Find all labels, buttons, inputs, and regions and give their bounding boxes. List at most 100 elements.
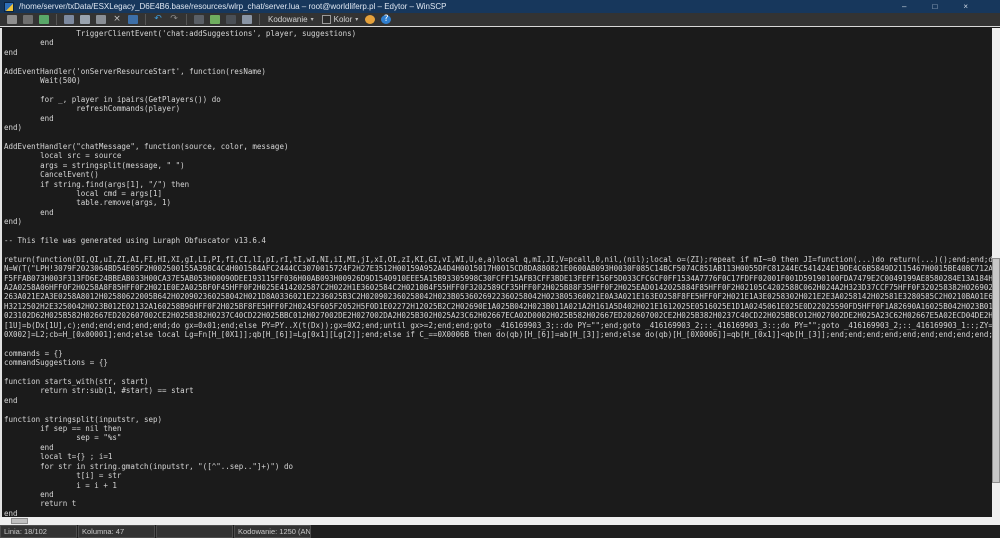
code-line: end <box>4 38 992 47</box>
code-line: end <box>4 490 992 499</box>
code-line: N=W(T("LPH!3079F2023064BD54E05F2H0025001… <box>4 264 992 273</box>
color-checkbox-dropdown-checkbox[interactable] <box>322 15 331 24</box>
status-column: Kolumna: 47 <box>78 525 155 538</box>
color-checkbox-dropdown[interactable]: Kolor▾ <box>322 15 359 24</box>
status-empty <box>156 525 233 538</box>
code-area: TriggerClientEvent('chat:addSuggestions'… <box>2 28 992 517</box>
code-line <box>4 339 992 348</box>
delete-icon[interactable]: × <box>110 14 124 26</box>
code-line <box>4 405 992 414</box>
toolbar-separator <box>259 14 260 25</box>
code-line <box>4 227 992 236</box>
toolbar-separator <box>145 14 146 25</box>
window-controls: – □ × <box>902 3 968 11</box>
horizontal-scrollbar-thumb[interactable] <box>11 518 28 524</box>
winscp-logo-icon <box>4 2 14 12</box>
code-line: end) <box>4 123 992 132</box>
close-icon[interactable]: × <box>963 3 968 11</box>
code-line: refreshCommands(player) <box>4 104 992 113</box>
redo-icon[interactable]: ↷ <box>167 14 181 26</box>
replace-icon[interactable] <box>208 14 222 26</box>
code-line <box>4 57 992 66</box>
preferences-gear-icon <box>365 15 375 24</box>
status-bar: Linia: 18/102Kolumna: 47 Kodowanie: 1250 … <box>0 525 1000 538</box>
editor[interactable]: TriggerClientEvent('chat:addSuggestions'… <box>0 28 992 517</box>
code-line: sep = "%s" <box>4 433 992 442</box>
code-line: local src = source <box>4 151 992 160</box>
undo-icon: ↶ <box>153 15 163 24</box>
code-line: if string.find(args[1], "/") then <box>4 180 992 189</box>
code-line: for _, player in ipairs(GetPlayers()) do <box>4 95 992 104</box>
paste-icon <box>96 15 106 24</box>
chevron-down-icon: ▾ <box>355 16 358 23</box>
select-all-icon[interactable] <box>126 14 140 26</box>
title-bar: /home/server/txData/ESXLegacy_D6E4B6.bas… <box>0 0 1000 13</box>
status-encoding: Kodowanie: 1250 (ANSI - Ś <box>234 525 311 538</box>
select-all-icon <box>128 15 138 24</box>
help-icon: ? <box>381 15 391 24</box>
revert-icon <box>23 15 33 24</box>
code-line: 263A021E2A3E0258A8012H02580622005B642H02… <box>4 292 992 301</box>
encoding-dropdown-label: Kodowanie <box>268 15 308 24</box>
goto-line-icon[interactable] <box>240 14 254 26</box>
find-icon[interactable] <box>192 14 206 26</box>
code-line: 0X002]=L2;cb=H_[0x00001];end;else local … <box>4 330 992 339</box>
toolbar-separator <box>186 14 187 25</box>
code-line: return t <box>4 499 992 508</box>
replace-icon <box>210 15 220 24</box>
code-line <box>4 245 992 254</box>
code-line: AddEventHandler('onServerResourceStart',… <box>4 67 992 76</box>
code-line <box>4 368 992 377</box>
find-next-icon <box>226 15 236 24</box>
undo-icon[interactable]: ↶ <box>151 14 165 26</box>
code-line: if sep == nil then <box>4 424 992 433</box>
find-next-icon[interactable] <box>224 14 238 26</box>
code-line: 023102D62H025B582H02667ED202607002CE2H02… <box>4 311 992 320</box>
vertical-scrollbar[interactable] <box>992 28 1000 517</box>
paste-icon[interactable] <box>94 14 108 26</box>
save-icon[interactable] <box>5 14 19 26</box>
delete-icon: × <box>112 15 122 24</box>
toolbar-separator <box>56 14 57 25</box>
preferences-gear-icon[interactable] <box>363 14 377 26</box>
code-line <box>4 132 992 141</box>
status-line: Linia: 18/102 <box>0 525 77 538</box>
code-line: function starts_with(str, start) <box>4 377 992 386</box>
toolbar: ×↶↷Kodowanie▾Kolor▾? <box>0 13 1000 27</box>
reload-icon <box>39 15 49 24</box>
find-icon <box>194 15 204 24</box>
code-line: CancelEvent() <box>4 170 992 179</box>
copy-icon[interactable] <box>78 14 92 26</box>
save-icon <box>7 15 17 24</box>
code-line <box>4 85 992 94</box>
code-line: commands = {} <box>4 349 992 358</box>
scrollbar-corner <box>992 517 1000 525</box>
code-line: H3212502H2E3250042H023B012E02132A160258B… <box>4 302 992 311</box>
code-line: Wait(500) <box>4 76 992 85</box>
code-line: [1U]=b(Dx[1U],c);end;end;end;end;end;do … <box>4 321 992 330</box>
code-line: A2A0258A06HFF0F2H0258A8F85HFF0F2H021E0E2… <box>4 283 992 292</box>
help-icon[interactable]: ? <box>379 14 393 26</box>
winscp-editor-window: /home/server/txData/ESXLegacy_D6E4B6.bas… <box>0 0 1000 538</box>
window-title: /home/server/txData/ESXLegacy_D6E4B6.bas… <box>19 2 902 11</box>
code-line: end <box>4 396 992 405</box>
vertical-scrollbar-thumb[interactable] <box>992 258 1000 483</box>
reload-icon[interactable] <box>37 14 51 26</box>
code-line: return(function(DI,QI,uI,ZI,AI,FI,HI,XI,… <box>4 255 992 264</box>
maximize-icon[interactable]: □ <box>932 3 937 11</box>
code-line: TriggerClientEvent('chat:addSuggestions'… <box>4 29 992 38</box>
code-line: -- This file was generated using Luraph … <box>4 236 992 245</box>
minimize-icon[interactable]: – <box>902 3 906 11</box>
code-line: AddEventHandler("chatMessage", function(… <box>4 142 992 151</box>
redo-icon: ↷ <box>169 15 179 24</box>
cut-icon <box>64 15 74 24</box>
code-line: for str in string.gmatch(inputstr, "([^"… <box>4 462 992 471</box>
revert-icon[interactable] <box>21 14 35 26</box>
cut-icon[interactable] <box>62 14 76 26</box>
code-line: commandSuggestions = {} <box>4 358 992 367</box>
encoding-dropdown[interactable]: Kodowanie▾ <box>268 15 314 24</box>
code-line: end) <box>4 217 992 226</box>
horizontal-scrollbar[interactable] <box>0 517 992 525</box>
code-line: end <box>4 509 992 517</box>
color-checkbox-dropdown-label: Kolor <box>334 15 353 24</box>
